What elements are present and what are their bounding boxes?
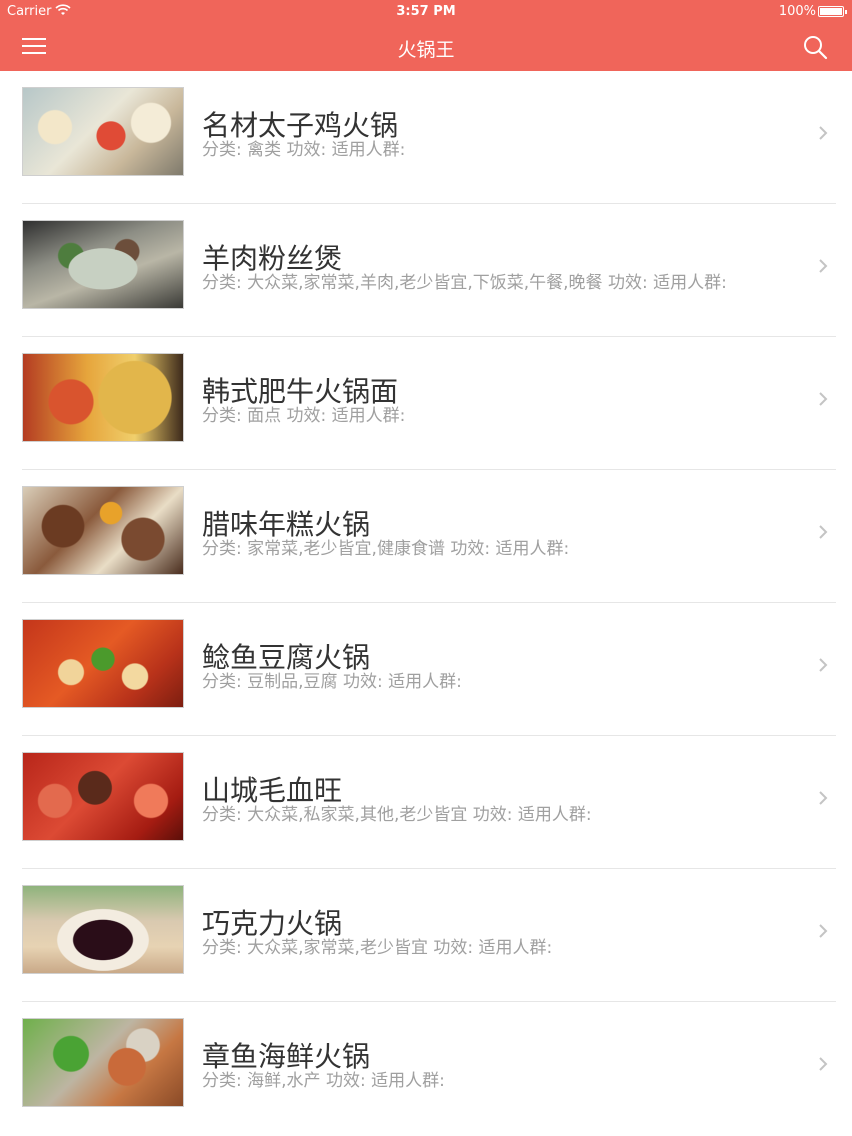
list-item[interactable]: 鲶鱼豆腐火锅 分类: 豆制品,豆腐 功效: 适用人群: (0, 603, 852, 736)
recipe-meta: 分类: 面点 功效: 适用人群: (202, 406, 406, 426)
list-item[interactable]: 巧克力火锅 分类: 大众菜,家常菜,老少皆宜 功效: 适用人群: (0, 869, 852, 1002)
list-item[interactable]: 羊肉粉丝煲 分类: 大众菜,家常菜,羊肉,老少皆宜,下饭菜,午餐,晚餐 功效: … (0, 204, 852, 337)
recipe-title: 韩式肥牛火锅面 (202, 375, 399, 408)
battery-icon (818, 6, 847, 17)
recipe-thumbnail (22, 486, 184, 575)
list-item[interactable]: 名材太子鸡火锅 分类: 禽类 功效: 适用人群: (0, 71, 852, 204)
chevron-right-icon (819, 658, 828, 672)
list-item[interactable]: 韩式肥牛火锅面 分类: 面点 功效: 适用人群: (0, 337, 852, 470)
recipe-title: 巧克力火锅 (202, 907, 343, 940)
recipe-title: 名材太子鸡火锅 (202, 109, 399, 142)
recipe-thumbnail (22, 1018, 184, 1107)
navigation-bar: 火锅王 (0, 24, 852, 71)
recipe-meta: 分类: 大众菜,家常菜,老少皆宜 功效: 适用人群: (202, 938, 553, 958)
battery-percentage: 100% (778, 4, 816, 19)
page-title: 火锅王 (397, 39, 455, 61)
chevron-right-icon (819, 126, 828, 140)
recipe-title: 章鱼海鲜火锅 (202, 1040, 371, 1073)
chevron-right-icon (819, 259, 828, 273)
recipe-title: 山城毛血旺 (202, 774, 343, 807)
recipe-title: 羊肉粉丝煲 (202, 242, 343, 275)
recipe-meta: 分类: 禽类 功效: 适用人群: (202, 140, 406, 160)
recipe-meta: 分类: 家常菜,老少皆宜,健康食谱 功效: 适用人群: (202, 539, 570, 559)
chevron-right-icon (819, 1057, 828, 1071)
recipe-thumbnail (22, 353, 184, 442)
recipe-meta: 分类: 海鲜,水产 功效: 适用人群: (202, 1071, 445, 1091)
chevron-right-icon (819, 791, 828, 805)
recipe-meta: 分类: 大众菜,家常菜,羊肉,老少皆宜,下饭菜,午餐,晚餐 功效: 适用人群: (202, 273, 727, 293)
list-item[interactable]: 章鱼海鲜火锅 分类: 海鲜,水产 功效: 适用人群: (0, 1002, 852, 1135)
clock: 3:57 PM (396, 4, 456, 19)
recipe-thumbnail (22, 752, 184, 841)
recipe-meta: 分类: 大众菜,私家菜,其他,老少皆宜 功效: 适用人群: (202, 805, 592, 825)
recipe-thumbnail (22, 885, 184, 974)
recipe-thumbnail (22, 87, 184, 176)
list-item[interactable]: 腊味年糕火锅 分类: 家常菜,老少皆宜,健康食谱 功效: 适用人群: (0, 470, 852, 603)
recipe-meta: 分类: 豆制品,豆腐 功效: 适用人群: (202, 672, 462, 692)
recipe-thumbnail (22, 619, 184, 708)
recipe-title: 腊味年糕火锅 (202, 508, 371, 541)
chevron-right-icon (819, 525, 828, 539)
search-icon[interactable] (802, 34, 828, 60)
recipe-thumbnail (22, 220, 184, 309)
recipe-list: 名材太子鸡火锅 分类: 禽类 功效: 适用人群: 羊肉粉丝煲 分类: 大众菜,家… (0, 71, 852, 1135)
chevron-right-icon (819, 392, 828, 406)
status-bar: Carrier 3:57 PM 100% (0, 0, 852, 24)
list-item[interactable]: 山城毛血旺 分类: 大众菜,私家菜,其他,老少皆宜 功效: 适用人群: (0, 736, 852, 869)
header: Carrier 3:57 PM 100% 火锅王 (0, 0, 852, 71)
recipe-title: 鲶鱼豆腐火锅 (202, 641, 371, 674)
chevron-right-icon (819, 924, 828, 938)
